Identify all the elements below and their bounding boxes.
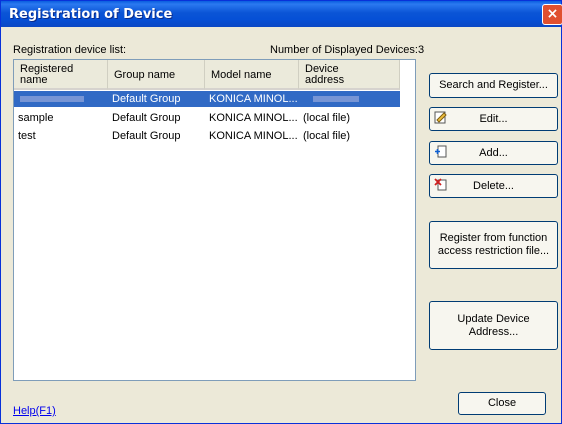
row-cell-name: sample (18, 112, 54, 124)
table-row[interactable]: test Default Group KONICA MINOL... (loca… (14, 128, 400, 144)
registered-name-header: Registered name (20, 63, 74, 86)
device-count-label: Number of Displayed Devices:3 (270, 44, 424, 56)
row-cell-address (299, 91, 400, 107)
search-and-register-label: Search and Register... (439, 79, 548, 91)
delete-icon (434, 178, 447, 191)
column-header-device-address[interactable]: Device address (299, 60, 400, 90)
device-address-header: Device address (305, 63, 345, 86)
row-cell-model: KONICA MINOL... (209, 130, 298, 142)
close-button[interactable]: Close (458, 392, 546, 415)
edit-button[interactable]: Edit... (429, 107, 558, 131)
device-count: 3 (417, 44, 425, 56)
column-header-group-name[interactable]: Group name (108, 60, 205, 90)
device-list[interactable]: Registered name Group name Model name De… (13, 59, 416, 381)
help-link[interactable]: Help(F1) (13, 405, 56, 417)
model-name-header: Model name (211, 68, 272, 81)
table-row[interactable]: sample Default Group KONICA MINOL... (lo… (14, 110, 400, 126)
window-title: Registration of Device (9, 7, 173, 22)
row-cell-name (14, 91, 108, 107)
row-cell-model: KONICA MINOL... (205, 91, 299, 107)
column-header-registered-name[interactable]: Registered name (14, 60, 108, 90)
edit-icon (434, 111, 447, 124)
row-cell-name: test (18, 130, 36, 142)
edit-label: Edit... (479, 112, 508, 125)
add-button[interactable]: Add... (429, 141, 558, 165)
row-cell-group: Default Group (112, 112, 181, 124)
redacted-address-blur (313, 96, 359, 102)
registration-dialog: Registration of Device × Registration de… (0, 0, 562, 424)
row-cell-address: (local file) (303, 130, 351, 142)
register-from-file-label: Register from function access restrictio… (437, 232, 550, 257)
update-device-address-label: Update Device Address... (457, 312, 530, 338)
title-bar[interactable]: Registration of Device × (1, 1, 562, 27)
register-from-file-button[interactable]: Register from function access restrictio… (429, 221, 558, 269)
group-name-header: Group name (114, 68, 176, 81)
close-label: Close (487, 397, 517, 409)
count-prefix: Number of Displayed Devices: (270, 44, 418, 56)
row-cell-group: Default Group (108, 91, 205, 107)
device-list-label-text: Registration device list: (13, 44, 127, 56)
column-header-model-name[interactable]: Model name (205, 60, 299, 90)
add-icon (435, 145, 447, 158)
redacted-name-blur (20, 96, 84, 102)
window-close-button[interactable]: × (542, 4, 562, 25)
add-label: Add... (479, 146, 508, 159)
row-cell-address: (local file) (303, 112, 351, 124)
update-device-address-button[interactable]: Update Device Address... (429, 301, 558, 350)
delete-button[interactable]: Delete... (429, 174, 558, 198)
device-list-label: Registration device list: (13, 44, 126, 56)
delete-label: Delete... (473, 179, 514, 192)
table-row[interactable]: Default Group KONICA MINOL... (14, 91, 400, 107)
row-cell-group: Default Group (112, 130, 181, 142)
row-cell-model: KONICA MINOL... (209, 112, 298, 124)
search-and-register-button[interactable]: Search and Register... (429, 73, 558, 98)
